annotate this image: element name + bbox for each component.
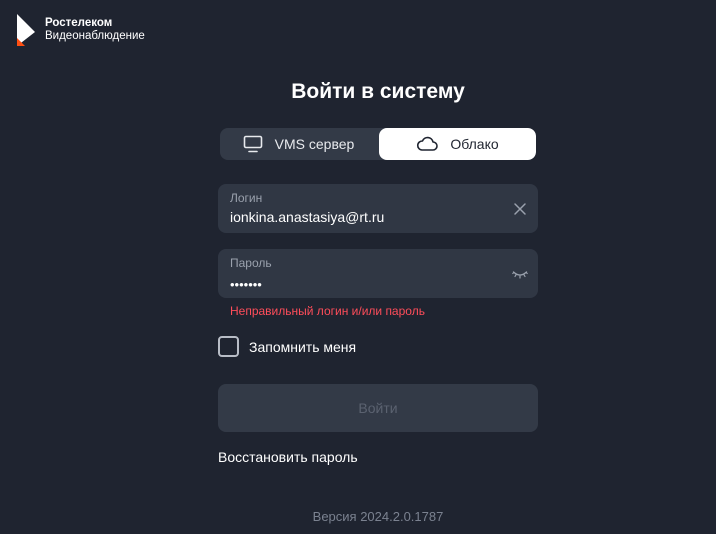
tab-cloud[interactable]: Облако: [379, 128, 536, 160]
rostelecom-logo-icon: [17, 14, 35, 46]
brand-text: Ростелеком Видеонаблюдение: [45, 17, 145, 43]
remember-me[interactable]: Запомнить меня: [218, 336, 356, 357]
error-message: Неправильный логин и/или пароль: [230, 304, 425, 318]
password-label: Пароль: [230, 256, 272, 270]
cloud-icon: [417, 136, 439, 151]
brand: Ростелеком Видеонаблюдение: [15, 12, 145, 48]
version-label: Версия 2024.2.0.1787: [312, 509, 444, 524]
page-title: Войти в систему: [291, 80, 465, 103]
password-input[interactable]: •••••••: [230, 276, 526, 293]
tab-vms-server[interactable]: VMS сервер: [220, 128, 377, 160]
remember-label: Запомнить меня: [249, 338, 357, 355]
clear-icon[interactable]: [512, 201, 528, 217]
login-button[interactable]: Войти: [218, 384, 538, 432]
login-field[interactable]: Логин ionkina.anastasiya@rt.ru: [218, 184, 538, 233]
brand-name: Ростелеком: [45, 17, 113, 29]
login-input[interactable]: ionkina.anastasiya@rt.ru: [230, 209, 526, 226]
eye-closed-icon[interactable]: [512, 266, 528, 282]
login-label: Логин: [230, 191, 263, 205]
tab-vms-server-label: VMS сервер: [274, 136, 355, 152]
brand-subtitle: Видеонаблюдение: [45, 30, 145, 42]
remember-checkbox[interactable]: [218, 336, 239, 357]
mode-switch: VMS сервер Облако: [220, 128, 536, 160]
tab-cloud-label: Облако: [450, 136, 499, 152]
restore-password-link[interactable]: Восстановить пароль: [218, 449, 358, 465]
monitor-icon: [243, 135, 262, 153]
login-page: Ростелеком Видеонаблюдение Войти в систе…: [0, 0, 716, 534]
password-field[interactable]: Пароль •••••••: [218, 249, 538, 298]
